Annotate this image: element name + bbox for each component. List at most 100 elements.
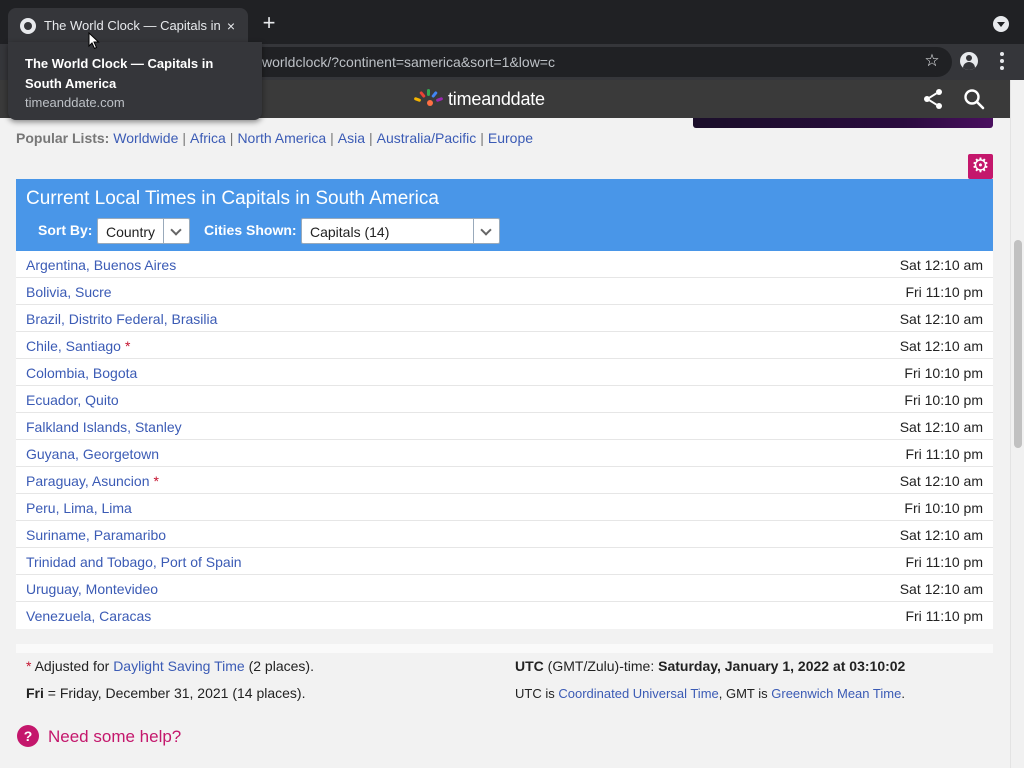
dst-link[interactable]: Daylight Saving Time	[113, 658, 245, 674]
city-link[interactable]: Falkland Islands, Stanley	[26, 419, 186, 435]
city-row: Uruguay, Montevideo Sat 12:10 am	[16, 575, 993, 602]
city-row: Falkland Islands, Stanley Sat 12:10 am	[16, 413, 993, 440]
scrollbar-thumb[interactable]	[1014, 240, 1022, 448]
url-text[interactable]: worldclock/?continent=samerica&sort=1&lo…	[262, 54, 555, 70]
local-time: Fri 11:10 pm	[905, 554, 983, 570]
favicon-icon	[20, 18, 36, 34]
browser-tab-strip: The World Clock — Capitals in South Amer…	[0, 0, 1024, 44]
need-help-link[interactable]: Need some help?	[48, 727, 181, 747]
city-link[interactable]: Venezuela, Caracas	[26, 608, 155, 624]
local-time: Fri 10:10 pm	[904, 365, 983, 381]
chevron-down-icon[interactable]	[163, 219, 189, 243]
city-row: Peru, Lima, Lima Fri 10:10 pm	[16, 494, 993, 521]
city-row: Venezuela, Caracas Fri 11:10 pm	[16, 602, 993, 629]
browser-menu-icon[interactable]	[996, 52, 1008, 72]
city-link[interactable]: Paraguay, Asuncion *	[26, 473, 159, 489]
tab-hover-card: The World Clock — Capitals in South Amer…	[8, 42, 262, 120]
logo-text: timeanddate	[448, 88, 545, 109]
local-time: Sat 12:10 am	[899, 473, 983, 489]
city-link[interactable]: Guyana, Georgetown	[26, 446, 163, 462]
city-link[interactable]: Peru, Lima, Lima	[26, 500, 136, 516]
sort-by-select[interactable]: Country	[97, 218, 190, 244]
popular-link-worldwide[interactable]: Worldwide	[113, 130, 178, 146]
advertisement-banner[interactable]	[693, 118, 993, 128]
local-time: Fri 11:10 pm	[905, 446, 983, 462]
city-row: Guyana, Georgetown Fri 11:10 pm	[16, 440, 993, 467]
popular-link-australia-pacific[interactable]: Australia/Pacific	[377, 130, 477, 146]
utc-gmt-note: UTC is Coordinated Universal Time, GMT i…	[515, 686, 905, 701]
separator: |	[369, 130, 373, 146]
popular-link-asia[interactable]: Asia	[338, 130, 365, 146]
cities-shown-value: Capitals (14)	[310, 224, 390, 240]
site-logo[interactable]: timeanddate	[413, 88, 545, 110]
browser-tab[interactable]: The World Clock — Capitals in South Amer…	[8, 8, 248, 44]
local-time: Sat 12:10 am	[899, 257, 983, 273]
chevron-down-icon[interactable]	[473, 219, 499, 243]
settings-gear-icon[interactable]: ⚙	[968, 154, 993, 179]
profile-icon[interactable]	[960, 52, 978, 70]
tab-search-icon[interactable]	[993, 16, 1009, 32]
gmt-link[interactable]: Greenwich Mean Time	[771, 686, 901, 701]
dst-marker: *	[153, 473, 159, 489]
separator: |	[182, 130, 186, 146]
bookmark-star-icon[interactable]: ☆	[922, 51, 942, 71]
city-link[interactable]: Ecuador, Quito	[26, 392, 123, 408]
city-row: Suriname, Paramaribo Sat 12:10 am	[16, 521, 993, 548]
address-bar[interactable]: worldclock/?continent=samerica&sort=1&lo…	[210, 47, 952, 77]
new-tab-button[interactable]: +	[258, 12, 280, 34]
search-icon[interactable]	[962, 87, 986, 111]
logo-sunburst-icon	[413, 88, 444, 110]
city-row: Brazil, Distrito Federal, Brasilia Sat 12…	[16, 305, 993, 332]
local-time: Sat 12:10 am	[899, 338, 983, 354]
local-time: Sat 12:10 am	[899, 527, 983, 543]
local-time: Fri 10:10 pm	[904, 392, 983, 408]
city-row: Colombia, Bogota Fri 10:10 pm	[16, 359, 993, 386]
separator: |	[229, 130, 234, 146]
local-time: Fri 11:10 pm	[905, 284, 983, 300]
city-link[interactable]: Uruguay, Montevideo	[26, 581, 162, 597]
mouse-cursor-icon	[88, 32, 100, 50]
dst-footnote: * Adjusted for Daylight Saving Time (2 p…	[26, 658, 314, 674]
popular-link-north-america[interactable]: North America	[237, 130, 326, 146]
help-question-icon[interactable]: ?	[17, 725, 39, 747]
utc-link[interactable]: Coordinated Universal Time	[558, 686, 718, 701]
page-scrollbar[interactable]	[1010, 80, 1024, 768]
city-row: Ecuador, Quito Fri 10:10 pm	[16, 386, 993, 413]
city-link[interactable]: Suriname, Paramaribo	[26, 527, 170, 543]
city-link[interactable]: Chile, Santiago *	[26, 338, 130, 354]
hover-card-title: The World Clock — Capitals in South Amer…	[25, 56, 214, 91]
city-link[interactable]: Colombia, Bogota	[26, 365, 141, 381]
sort-by-label: Sort By:	[38, 222, 93, 238]
separator: |	[480, 130, 484, 146]
popular-link-europe[interactable]: Europe	[488, 130, 533, 146]
local-time: Fri 11:10 pm	[905, 608, 983, 624]
city-row: Bolivia, Sucre Fri 11:10 pm	[16, 278, 993, 305]
share-icon[interactable]	[921, 87, 945, 111]
city-link[interactable]: Trinidad and Tobago, Port of Spain	[26, 554, 246, 570]
city-row: Paraguay, Asuncion * Sat 12:10 am	[16, 467, 993, 494]
city-link[interactable]: Brazil, Distrito Federal, Brasilia	[26, 311, 221, 327]
local-time: Sat 12:10 am	[899, 419, 983, 435]
local-time: Fri 10:10 pm	[904, 500, 983, 516]
sort-by-value: Country	[106, 224, 156, 240]
city-link[interactable]: Bolivia, Sucre	[26, 284, 116, 300]
cities-shown-label: Cities Shown:	[204, 222, 297, 238]
utc-time: UTC (GMT/Zulu)-time: Saturday, January 1…	[515, 658, 906, 674]
city-row: Chile, Santiago * Sat 12:10 am	[16, 332, 993, 359]
cities-shown-select[interactable]: Capitals (14)	[301, 218, 500, 244]
local-time: Sat 12:10 am	[899, 311, 983, 327]
utc-time-value: Saturday, January 1, 2022 at 03:10:02	[658, 658, 906, 674]
city-link[interactable]: Argentina, Buenos Aires	[26, 257, 180, 273]
hover-card-domain: timeanddate.com	[25, 95, 125, 110]
close-tab-icon[interactable]: ×	[222, 17, 240, 35]
world-clock-panel: Current Local Times in Capitals in South…	[16, 179, 993, 629]
popular-lists-label: Popular Lists:	[16, 130, 110, 146]
divider	[16, 644, 993, 653]
city-row: Trinidad and Tobago, Port of Spain Fri 11…	[16, 548, 993, 575]
popular-link-africa[interactable]: Africa	[190, 130, 226, 146]
separator: |	[330, 130, 334, 146]
city-row: Argentina, Buenos Aires Sat 12:10 am	[16, 251, 993, 278]
panel-title: Current Local Times in Capitals in South…	[26, 188, 439, 209]
day-footnote: Fri = Friday, December 31, 2021 (14 plac…	[26, 685, 306, 701]
tab-title: The World Clock — Capitals in South Amer…	[44, 18, 220, 33]
